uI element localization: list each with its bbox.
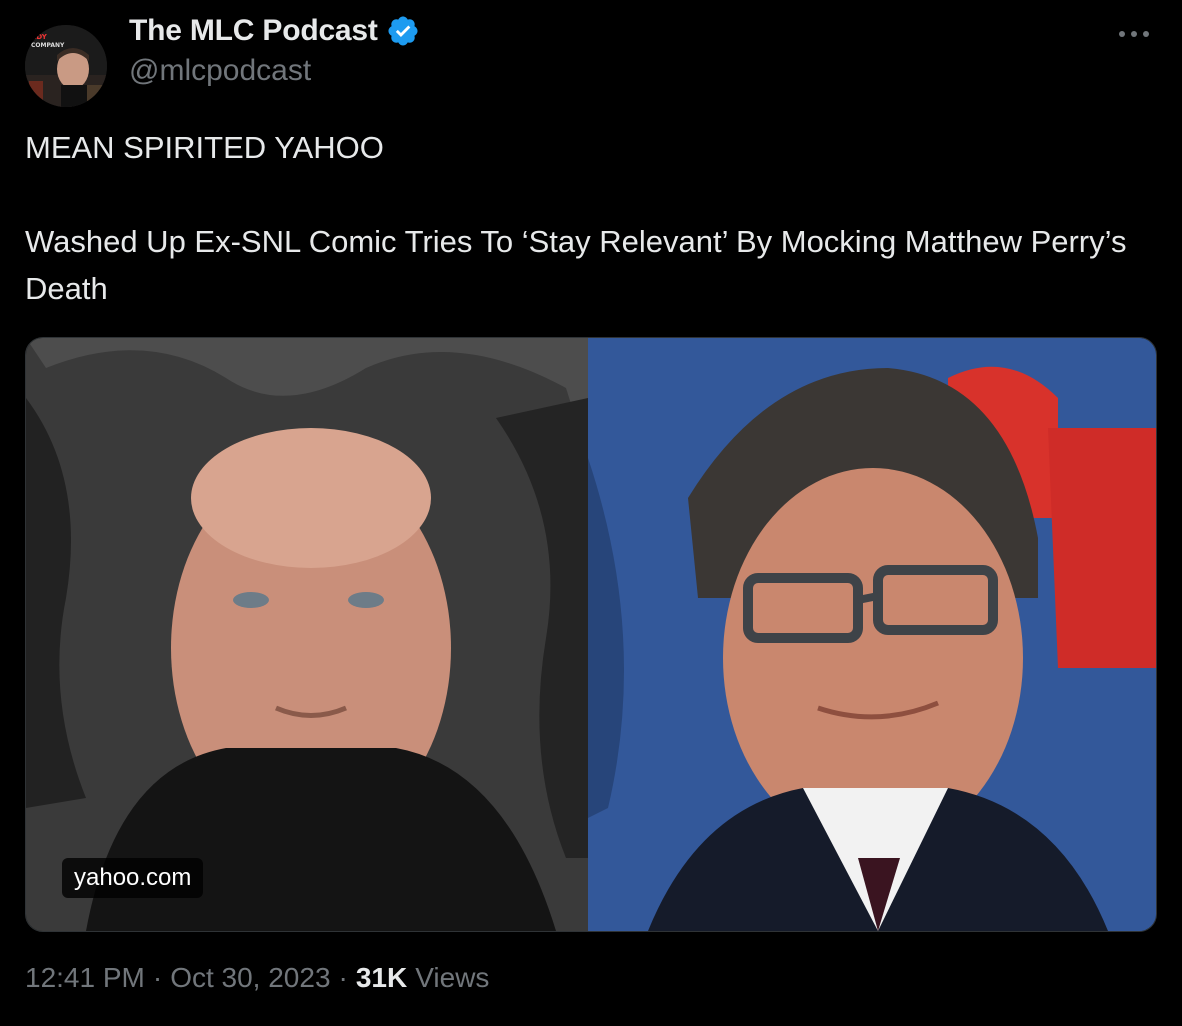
- views-count: 31K: [355, 962, 408, 993]
- link-domain-label[interactable]: yahoo.com: [62, 858, 204, 898]
- tweet-headline: MEAN SPIRITED YAHOO: [25, 130, 384, 165]
- svg-text:ADY: ADY: [31, 33, 48, 41]
- author-handle[interactable]: @mlcpodcast: [129, 54, 311, 88]
- tweet-time[interactable]: 12:41 PM: [25, 962, 145, 994]
- svg-text:COMPANY: COMPANY: [31, 42, 65, 49]
- verified-badge-icon: [388, 16, 418, 46]
- meta-separator: ·: [152, 962, 163, 993]
- author-name-text: The MLC Podcast: [129, 14, 378, 47]
- author-name[interactable]: The MLC Podcast: [129, 14, 420, 48]
- left-photo[interactable]: yahoo.com: [26, 338, 588, 931]
- tweet-date[interactable]: Oct 30, 2023: [170, 962, 330, 994]
- tweet-media[interactable]: yahoo.com: [25, 337, 1157, 932]
- author-avatar[interactable]: ADY COMPANY: [25, 25, 107, 107]
- man-portrait-glasses-blue-backdrop-icon: [588, 338, 1156, 931]
- tweet-meta: 12:41 PM · Oct 30, 2023 · 31K Views: [25, 962, 489, 994]
- views-label: Views: [415, 962, 490, 993]
- meta-separator: ·: [338, 962, 348, 993]
- more-options-button[interactable]: [1114, 20, 1154, 48]
- man-portrait-leather-chair-icon: [26, 338, 588, 931]
- right-photo[interactable]: [588, 338, 1156, 931]
- podcast-host-avatar-icon: ADY COMPANY: [25, 25, 107, 107]
- more-horizontal-icon: [1119, 31, 1149, 37]
- tweet-body: Washed Up Ex-SNL Comic Tries To ‘Stay Re…: [25, 224, 1127, 306]
- tweet-text: MEAN SPIRITED YAHOO Washed Up Ex-SNL Com…: [25, 124, 1155, 312]
